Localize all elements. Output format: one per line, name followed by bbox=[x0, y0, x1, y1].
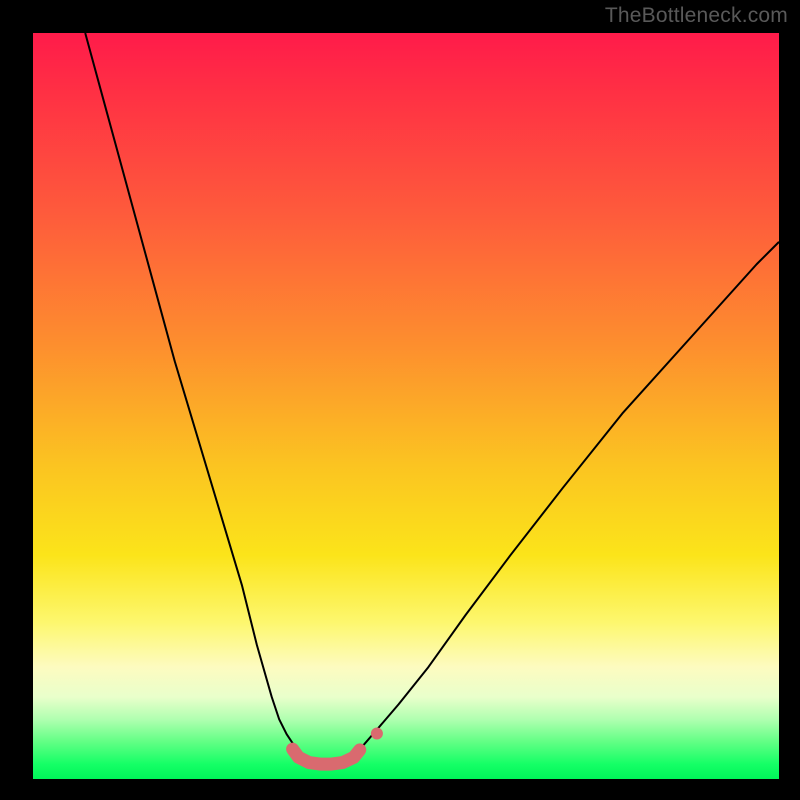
plot-area bbox=[33, 33, 779, 779]
series-right-curve bbox=[354, 242, 779, 755]
watermark-text: TheBottleneck.com bbox=[605, 4, 788, 28]
series-left-curve bbox=[85, 33, 305, 758]
series-dot-right bbox=[371, 727, 383, 739]
chart-svg bbox=[33, 33, 779, 779]
series-bottom-trough bbox=[293, 749, 360, 764]
chart-frame: TheBottleneck.com bbox=[0, 0, 800, 800]
